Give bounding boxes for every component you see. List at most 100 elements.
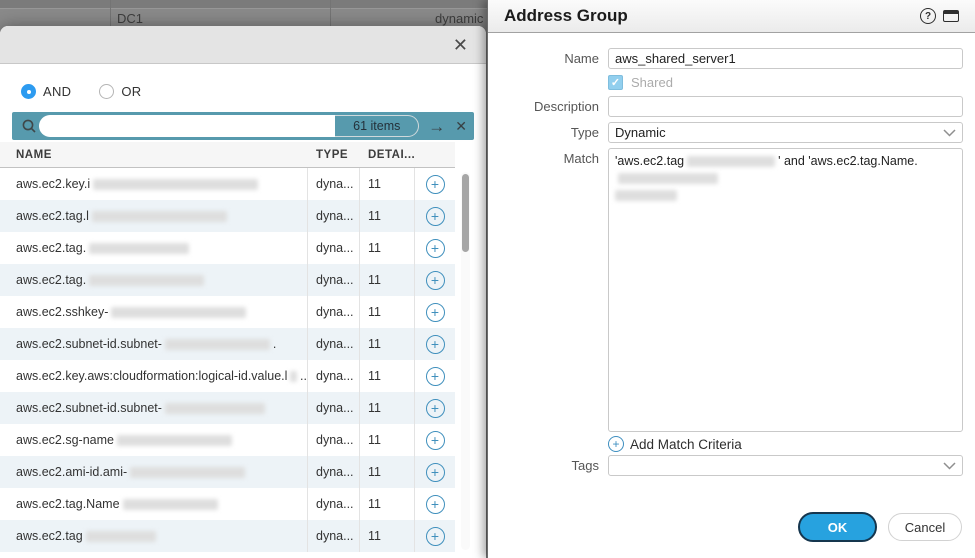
shared-label: Shared: [631, 75, 673, 90]
apply-search-arrow-icon[interactable]: →: [428, 118, 445, 135]
clear-search-icon[interactable]: ✕: [455, 118, 467, 135]
row-name-cell: aws.ec2.subnet-id.subnet-: [0, 392, 308, 424]
operator-radio-group: AND OR: [21, 84, 159, 99]
row-type: dyna...: [308, 424, 360, 456]
match-line-2: [615, 187, 956, 204]
row-type: dyna...: [308, 360, 360, 392]
row-plus-cell: +: [415, 488, 455, 520]
table-row[interactable]: aws.ec2.subnet-id.subnet-. dyna... 11 +: [0, 328, 455, 360]
table-row[interactable]: aws.ec2.ami-id.ami- dyna... 11 +: [0, 456, 455, 488]
add-item-icon[interactable]: +: [426, 207, 445, 226]
table-row[interactable]: aws.ec2.tag.l dyna... 11 +: [0, 200, 455, 232]
close-icon[interactable]: ✕: [453, 34, 468, 56]
row-detail: 11: [360, 200, 415, 232]
add-item-icon[interactable]: +: [426, 399, 445, 418]
row-type: dyna...: [308, 456, 360, 488]
radio-unselected-icon: [99, 84, 114, 99]
description-field[interactable]: [608, 96, 963, 117]
row-name-text: aws.ec2.sg-name: [16, 433, 114, 447]
tags-select[interactable]: [608, 455, 963, 476]
column-header-detail[interactable]: DETAI...: [360, 149, 420, 161]
table-row[interactable]: aws.ec2.tag.Name dyna... 11 +: [0, 488, 455, 520]
table-row[interactable]: aws.ec2.sg-name dyna... 11 +: [0, 424, 455, 456]
row-name-text: aws.ec2.key.i: [16, 177, 90, 191]
add-item-icon[interactable]: +: [426, 495, 445, 514]
row-name-cell: aws.ec2.key.i: [0, 168, 308, 200]
row-name-text: aws.ec2.key.aws:cloudformation:logical-i…: [16, 369, 287, 383]
name-field[interactable]: [608, 48, 963, 69]
scrollbar-thumb[interactable]: [462, 174, 469, 252]
row-plus-cell: +: [415, 360, 455, 392]
row-type: dyna...: [308, 168, 360, 200]
search-bar: 61 items → ✕: [12, 112, 474, 140]
redacted-text: [165, 403, 265, 414]
redacted-text: [615, 190, 677, 201]
match-criteria-dialog: ✕ AND OR 61 items → ✕ NAME TYPE DETAI..: [0, 26, 486, 558]
chevron-down-icon: [943, 129, 956, 137]
row-name-cell: aws.ec2.subnet-id.subnet-.: [0, 328, 308, 360]
dialog-header: ✕: [0, 26, 486, 64]
column-header-name[interactable]: NAME: [0, 149, 308, 161]
add-match-criteria-button[interactable]: + Add Match Criteria: [608, 436, 742, 452]
add-item-icon[interactable]: +: [426, 431, 445, 450]
search-icon: [19, 118, 39, 134]
table-row[interactable]: aws.ec2.key.aws:cloudformation:logical-i…: [0, 360, 455, 392]
or-radio[interactable]: OR: [99, 84, 141, 99]
row-name-suffix: ..: [300, 369, 307, 383]
table-row[interactable]: aws.ec2.tag dyna... 11 +: [0, 520, 455, 552]
row-plus-cell: +: [415, 232, 455, 264]
table-row[interactable]: aws.ec2.key.i dyna... 11 +: [0, 168, 455, 200]
type-select[interactable]: Dynamic: [608, 122, 963, 143]
description-label: Description: [488, 99, 599, 114]
cancel-button[interactable]: Cancel: [888, 513, 962, 541]
items-count-badge: 61 items: [335, 115, 419, 137]
bg-column-divider: [110, 0, 111, 26]
and-radio-label: AND: [43, 84, 71, 99]
window-icon[interactable]: [943, 10, 959, 22]
tags-label: Tags: [488, 458, 599, 473]
row-plus-cell: +: [415, 392, 455, 424]
row-detail: 11: [360, 232, 415, 264]
row-name-text: aws.ec2.tag.Name: [16, 497, 120, 511]
redacted-text: [123, 499, 218, 510]
row-detail: 11: [360, 456, 415, 488]
add-item-icon[interactable]: +: [426, 527, 445, 546]
row-name-cell: aws.ec2.tag: [0, 520, 308, 552]
row-type: dyna...: [308, 520, 360, 552]
chevron-down-icon: [943, 462, 956, 470]
add-item-icon[interactable]: +: [426, 175, 445, 194]
search-input[interactable]: [39, 115, 335, 137]
and-radio[interactable]: AND: [21, 84, 71, 99]
row-type: dyna...: [308, 296, 360, 328]
row-name-cell: aws.ec2.ami-id.ami-: [0, 456, 308, 488]
shared-checkbox[interactable]: ✓: [608, 75, 623, 90]
add-item-icon[interactable]: +: [426, 303, 445, 322]
table-row[interactable]: aws.ec2.tag. dyna... 11 +: [0, 264, 455, 296]
help-icon[interactable]: ?: [920, 8, 936, 24]
row-type: dyna...: [308, 328, 360, 360]
row-type: dyna...: [308, 392, 360, 424]
radio-selected-icon: [21, 84, 36, 99]
add-item-icon[interactable]: +: [426, 271, 445, 290]
ok-button[interactable]: OK: [798, 512, 877, 542]
row-name-text: aws.ec2.tag.l: [16, 209, 89, 223]
add-item-icon[interactable]: +: [426, 335, 445, 354]
match-textarea[interactable]: 'aws.ec2.tag' and 'aws.ec2.tag.Name.: [608, 148, 963, 432]
row-type: dyna...: [308, 264, 360, 296]
row-name-text: aws.ec2.tag.: [16, 241, 86, 255]
row-name-cell: aws.ec2.tag.: [0, 232, 308, 264]
column-header-type[interactable]: TYPE: [308, 149, 360, 161]
row-name-cell: aws.ec2.tag.: [0, 264, 308, 296]
or-radio-label: OR: [121, 84, 141, 99]
add-item-icon[interactable]: +: [426, 239, 445, 258]
type-select-value: Dynamic: [615, 125, 943, 140]
table-row[interactable]: aws.ec2.sshkey- dyna... 11 +: [0, 296, 455, 328]
add-item-icon[interactable]: +: [426, 463, 445, 482]
address-group-panel: Address Group ? Name ✓ Shared Descriptio…: [487, 0, 975, 558]
row-plus-cell: +: [415, 520, 455, 552]
add-item-icon[interactable]: +: [426, 367, 445, 386]
table-row[interactable]: aws.ec2.tag. dyna... 11 +: [0, 232, 455, 264]
table-row[interactable]: aws.ec2.subnet-id.subnet- dyna... 11 +: [0, 392, 455, 424]
redacted-text: [165, 339, 270, 350]
page-title: Address Group: [504, 6, 920, 26]
